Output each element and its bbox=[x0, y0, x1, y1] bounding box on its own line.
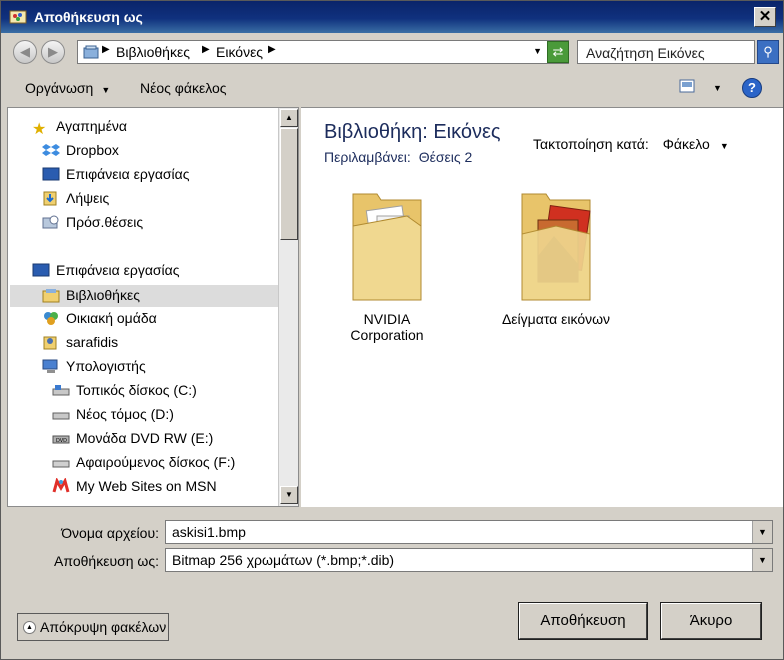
libraries-icon bbox=[42, 289, 60, 303]
nav-item-user[interactable]: sarafidis bbox=[42, 334, 118, 356]
library-title: Βιβλιοθήκη: Εικόνες bbox=[324, 121, 501, 143]
nav-item-downloads[interactable]: Λήψεις bbox=[42, 190, 109, 212]
dropbox-icon bbox=[42, 144, 60, 156]
folder-name-line1: Δείγματα εικόνων bbox=[501, 311, 611, 327]
save-as-dialog: Αποθήκευση ως ✕ ◀ ▶ ▶ Βιβλιοθήκες ▶ Εικό… bbox=[0, 0, 784, 660]
arrange-by-label: Τακτοποίηση κατά: bbox=[533, 136, 649, 152]
arrange-by-value[interactable]: Φάκελο bbox=[663, 136, 710, 152]
nav-item-drive-d[interactable]: Νέος τόμος (D:) bbox=[52, 406, 174, 428]
window-title: Αποθήκευση ως bbox=[34, 9, 143, 25]
new-folder-button[interactable]: Νέος φάκελος bbox=[140, 80, 227, 96]
navigation-scrollbar[interactable]: ▲ ▼ bbox=[278, 108, 298, 506]
msn-icon bbox=[52, 478, 70, 493]
chevron-down-icon: ▼ bbox=[101, 85, 111, 95]
view-options-dropdown-icon[interactable]: ▼ bbox=[713, 83, 722, 93]
filename-value: askisi1.bmp bbox=[172, 524, 246, 540]
breadcrumb-separator-icon[interactable]: ▶ bbox=[202, 44, 210, 55]
arrange-by: Τακτοποίηση κατά: Φάκελο ▼ bbox=[533, 136, 729, 152]
organize-label: Οργάνωση bbox=[25, 80, 94, 96]
address-row: ◀ ▶ ▶ Βιβλιοθήκες ▶ Εικόνες ▶ ▼ ⇄ Αναζήτ… bbox=[1, 33, 783, 69]
folder-with-pictures-icon bbox=[521, 193, 591, 301]
folder-item-sample-pictures[interactable]: Δείγματα εικόνων bbox=[481, 186, 631, 327]
address-dropdown-icon[interactable]: ▼ bbox=[533, 46, 542, 56]
dvd-drive-icon: DVD bbox=[52, 435, 70, 444]
homegroup-icon bbox=[44, 312, 58, 325]
breadcrumb-separator-icon[interactable]: ▶ bbox=[268, 44, 276, 55]
nav-item-removable-f[interactable]: Αφαιρούμενος δίσκος (F:) bbox=[52, 454, 235, 476]
user-folder-icon bbox=[43, 336, 57, 350]
refresh-button[interactable]: ⇄ bbox=[547, 41, 569, 63]
help-button[interactable]: ? bbox=[742, 78, 762, 98]
search-icon[interactable]: ⚲ bbox=[757, 40, 779, 64]
navigation-pane[interactable]: ★ Αγαπημένα Dropbox Επιφάνεια εργασίας Λή… bbox=[7, 107, 299, 507]
forward-button[interactable]: ▶ bbox=[41, 40, 65, 64]
includes-label: Περιλαμβάνει: bbox=[324, 149, 411, 165]
command-bar: Οργάνωση ▼ Νέος φάκελος ▼ ? bbox=[1, 69, 783, 107]
savetype-value: Bitmap 256 χρωμάτων (*.bmp;*.dib) bbox=[172, 552, 395, 568]
breadcrumb-libraries[interactable]: Βιβλιοθήκες bbox=[116, 44, 190, 60]
organize-menu[interactable]: Οργάνωση ▼ bbox=[25, 80, 110, 96]
nav-item-dvd-e[interactable]: DVD Μονάδα DVD RW (E:) bbox=[52, 430, 213, 452]
folder-name-line2: Corporation bbox=[350, 327, 424, 343]
nav-item-drive-c[interactable]: Τοπικός δίσκος (C:) bbox=[52, 382, 197, 404]
cancel-button[interactable]: Άκυρο bbox=[660, 602, 762, 640]
file-view[interactable]: Βιβλιοθήκη: Εικόνες Περιλαμβάνει: Θέσεις … bbox=[301, 107, 783, 507]
desktop-icon bbox=[42, 167, 60, 181]
nav-item-libraries[interactable]: Βιβλιοθήκες bbox=[10, 285, 278, 307]
locations-link[interactable]: Θέσεις 2 bbox=[419, 149, 473, 165]
nav-item-homegroup[interactable]: Οικιακή ομάδα bbox=[42, 310, 157, 332]
savetype-select[interactable]: Bitmap 256 χρωμάτων (*.bmp;*.dib) ▼ bbox=[165, 548, 773, 572]
save-form: Όνομα αρχείου: askisi1.bmp ▼ Αποθήκευση … bbox=[1, 507, 783, 659]
breadcrumb-separator-icon[interactable]: ▶ bbox=[102, 44, 110, 55]
back-button[interactable]: ◀ bbox=[13, 40, 37, 64]
filename-dropdown-icon[interactable]: ▼ bbox=[752, 521, 772, 543]
savetype-label: Αποθήκευση ως: bbox=[54, 553, 159, 569]
view-icon[interactable] bbox=[679, 79, 695, 93]
hide-folders-button[interactable]: ▲ Απόκρυψη φακέλων bbox=[17, 613, 169, 641]
nav-item-computer[interactable]: Υπολογιστής bbox=[42, 358, 146, 380]
scroll-down-button[interactable]: ▼ bbox=[280, 486, 298, 504]
folder-name-line1: NVIDIA bbox=[363, 311, 411, 327]
folder-item-nvidia[interactable]: NVIDIA Corporation bbox=[329, 186, 445, 343]
drive-icon bbox=[52, 385, 70, 396]
computer-icon bbox=[42, 359, 58, 373]
savetype-dropdown-icon[interactable]: ▼ bbox=[752, 549, 772, 571]
star-icon: ★ bbox=[32, 121, 47, 138]
nav-item-recent-places[interactable]: Πρόσ.θέσεις bbox=[42, 214, 143, 236]
nav-item-desktop[interactable]: Επιφάνεια εργασίας bbox=[42, 166, 190, 188]
nav-item-desktop-root[interactable]: Επιφάνεια εργασίας bbox=[32, 262, 180, 284]
libraries-icon bbox=[83, 45, 99, 59]
scroll-up-button[interactable]: ▲ bbox=[280, 109, 298, 127]
chevron-down-icon[interactable]: ▼ bbox=[720, 141, 729, 151]
nav-item-msn[interactable]: My Web Sites on MSN bbox=[52, 478, 217, 500]
address-bar[interactable]: ▶ Βιβλιοθήκες ▶ Εικόνες ▶ ▼ bbox=[77, 40, 569, 64]
library-includes: Περιλαμβάνει: Θέσεις 2 bbox=[324, 149, 472, 165]
folder-with-documents-icon bbox=[352, 193, 422, 301]
chevron-up-icon: ▲ bbox=[23, 621, 36, 634]
title-bar: Αποθήκευση ως ✕ bbox=[1, 1, 783, 33]
breadcrumb-pictures[interactable]: Εικόνες bbox=[216, 44, 263, 60]
removable-drive-icon bbox=[52, 460, 70, 468]
filename-label: Όνομα αρχείου: bbox=[61, 525, 159, 541]
filename-input[interactable]: askisi1.bmp ▼ bbox=[165, 520, 773, 544]
save-button[interactable]: Αποθήκευση bbox=[518, 602, 648, 640]
scroll-thumb[interactable] bbox=[280, 128, 298, 240]
search-input[interactable]: Αναζήτηση Εικόνες bbox=[577, 40, 755, 64]
svg-text:DVD: DVD bbox=[56, 438, 67, 444]
nav-item-favorites[interactable]: ★ Αγαπημένα bbox=[32, 118, 127, 140]
paint-app-icon bbox=[9, 10, 27, 24]
drive-icon bbox=[52, 412, 70, 420]
nav-item-dropbox[interactable]: Dropbox bbox=[42, 142, 119, 164]
recent-places-icon bbox=[42, 215, 59, 229]
downloads-icon bbox=[43, 191, 57, 206]
hide-folders-label: Απόκρυψη φακέλων bbox=[40, 619, 167, 635]
close-button[interactable]: ✕ bbox=[754, 7, 776, 27]
desktop-icon bbox=[32, 263, 50, 277]
